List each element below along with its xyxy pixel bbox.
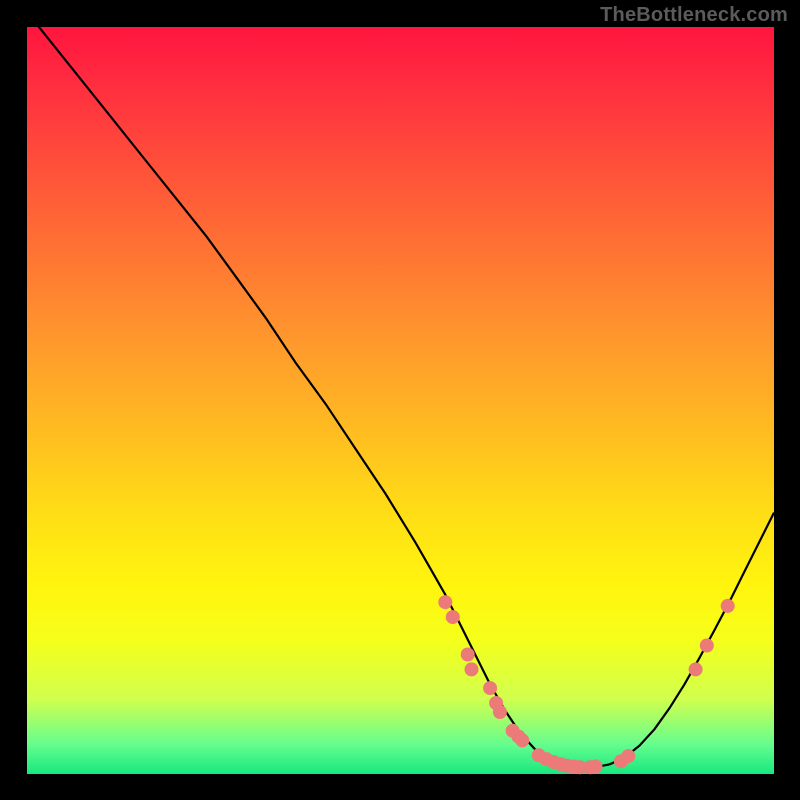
scatter-dot: [446, 610, 460, 624]
scatter-dot: [621, 749, 635, 763]
scatter-dot: [483, 681, 497, 695]
scatter-dot: [689, 662, 703, 676]
bottleneck-curve: [27, 12, 774, 768]
scatter-dot: [493, 705, 507, 719]
scatter-dot: [438, 595, 452, 609]
watermark-text: TheBottleneck.com: [600, 4, 788, 27]
scatter-dots-group: [438, 595, 734, 774]
scatter-dot: [515, 733, 529, 747]
scatter-dot: [721, 599, 735, 613]
scatter-dot: [461, 648, 475, 662]
scatter-dot: [465, 662, 479, 676]
scatter-dot: [700, 639, 714, 653]
scatter-dot: [589, 760, 603, 774]
bottleneck-chart: [27, 27, 774, 774]
